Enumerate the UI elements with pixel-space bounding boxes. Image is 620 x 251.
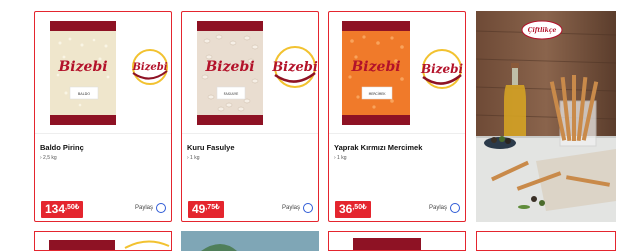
promo-banner[interactable]: Çiftlikçe (476, 11, 616, 222)
price-decimal: ,50 (65, 204, 75, 211)
share-button[interactable]: Paylaş (429, 203, 460, 213)
product-card[interactable]: Bizebi FASULYE Bizebi Kuru Fasulye › 1 k… (181, 11, 319, 222)
product-name[interactable]: Yaprak Kırmızı Mercimek (334, 143, 422, 152)
product-card[interactable] (181, 231, 319, 251)
price-integer: 49 (192, 202, 206, 216)
product-image[interactable]: Bizebi BALDO Bizebi (36, 13, 170, 132)
currency-symbol: ₺ (362, 204, 367, 211)
price-decimal: ,50 (352, 204, 363, 211)
share-label: Paylaş (428, 205, 447, 211)
product-card[interactable]: Bizebi BALDO Bizebi Baldo Pirinç › 2,5 k… (34, 11, 172, 222)
price-decimal: ,75 (205, 204, 216, 211)
svg-text:MERCİMEK: MERCİMEK (369, 91, 387, 96)
product-weight: › 2,5 kg (40, 155, 57, 161)
svg-text:FASULYE: FASULYE (224, 92, 239, 96)
product-image[interactable]: Bizebi FASULYE Bizebi (183, 13, 318, 132)
share-button[interactable]: Paylaş (135, 203, 166, 213)
divider (182, 133, 318, 134)
product-name[interactable]: Baldo Pirinç (40, 143, 84, 152)
product-card[interactable] (476, 231, 616, 251)
price-integer: 36 (339, 202, 353, 216)
product-weight: › 1 kg (334, 155, 347, 161)
product-card[interactable] (328, 231, 466, 251)
price-integer: 134 (45, 202, 66, 216)
brand-logo-bag: Bizebi (57, 59, 107, 75)
brand-logo-bag: Bizebi (350, 59, 400, 75)
divider (329, 133, 465, 134)
price-badge: 36 ,50 ₺ (335, 201, 371, 218)
share-button[interactable]: Paylaş (282, 203, 313, 213)
product-weight: › 1 kg (187, 155, 200, 161)
product-card[interactable]: Bizebi MERCİMEK Bizebi Yaprak Kırmızı Me… (328, 11, 466, 222)
product-card[interactable] (34, 231, 172, 251)
currency-symbol: ₺ (215, 204, 220, 211)
svg-text:BALDO: BALDO (78, 92, 90, 96)
banner-logo: Çiftlikçe (528, 27, 557, 34)
price-badge: 49 ,75 ₺ (188, 201, 224, 218)
product-name[interactable]: Kuru Fasulye (187, 143, 235, 152)
share-circle-icon (156, 203, 166, 213)
brand-logo-bag: Bizebi (204, 59, 254, 75)
share-label: Paylaş (134, 205, 153, 211)
brand-logo: Bizebi (131, 62, 167, 73)
share-circle-icon (450, 203, 460, 213)
price-badge: 134 ,50 ₺ (41, 201, 84, 218)
brand-logo: Bizebi (420, 62, 464, 76)
share-label: Paylaş (281, 205, 300, 211)
brand-logo: Bizebi (271, 60, 318, 75)
product-image[interactable]: Bizebi MERCİMEK Bizebi (330, 13, 464, 132)
currency-symbol: ₺ (74, 204, 80, 211)
divider (35, 133, 171, 134)
share-circle-icon (303, 203, 313, 213)
